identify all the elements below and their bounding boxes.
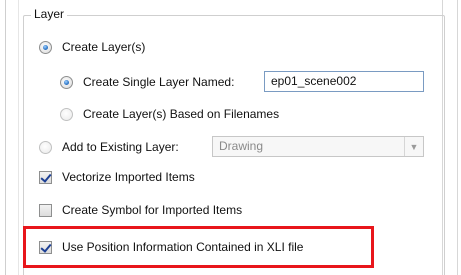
add-existing-layer-label: Add to Existing Layer: [62,140,179,154]
vectorize-option[interactable]: Vectorize Imported Items [39,168,195,186]
add-existing-layer-option[interactable]: Add to Existing Layer: [39,138,179,156]
use-position-checkbox[interactable] [39,240,52,254]
vectorize-checkbox[interactable] [39,170,52,184]
create-symbol-option[interactable]: Create Symbol for Imported Items [39,201,242,219]
create-layers-radio[interactable] [39,40,52,54]
create-single-layer-label: Create Single Layer Named: [83,75,235,89]
add-existing-layer-radio[interactable] [39,140,52,154]
layer-settings-panel: Layer Create Layer(s) Create Single Laye… [0,0,461,275]
create-symbol-label: Create Symbol for Imported Items [62,203,243,217]
layer-group-title: Layer [31,7,68,21]
create-single-layer-option[interactable]: Create Single Layer Named: [60,73,234,91]
single-layer-name-input[interactable]: ep01_scene002 [264,71,424,92]
create-single-layer-radio[interactable] [60,75,73,89]
existing-layer-dropdown-value: Drawing [219,139,264,153]
existing-layer-dropdown[interactable]: Drawing ▼ [212,136,424,157]
create-layers-option[interactable]: Create Layer(s) [39,38,145,56]
use-position-label: Use Position Information Contained in XL… [62,240,304,254]
chevron-down-icon[interactable]: ▼ [404,137,423,156]
create-layers-by-filenames-option[interactable]: Create Layer(s) Based on Filenames [60,105,279,123]
vectorize-label: Vectorize Imported Items [62,170,195,184]
create-symbol-checkbox[interactable] [39,203,52,217]
left-window-frame [5,0,19,275]
use-position-option[interactable]: Use Position Information Contained in XL… [39,238,303,256]
create-layers-label: Create Layer(s) [62,40,146,54]
create-layers-by-filenames-label: Create Layer(s) Based on Filenames [83,107,280,121]
create-layers-by-filenames-radio[interactable] [60,107,73,121]
